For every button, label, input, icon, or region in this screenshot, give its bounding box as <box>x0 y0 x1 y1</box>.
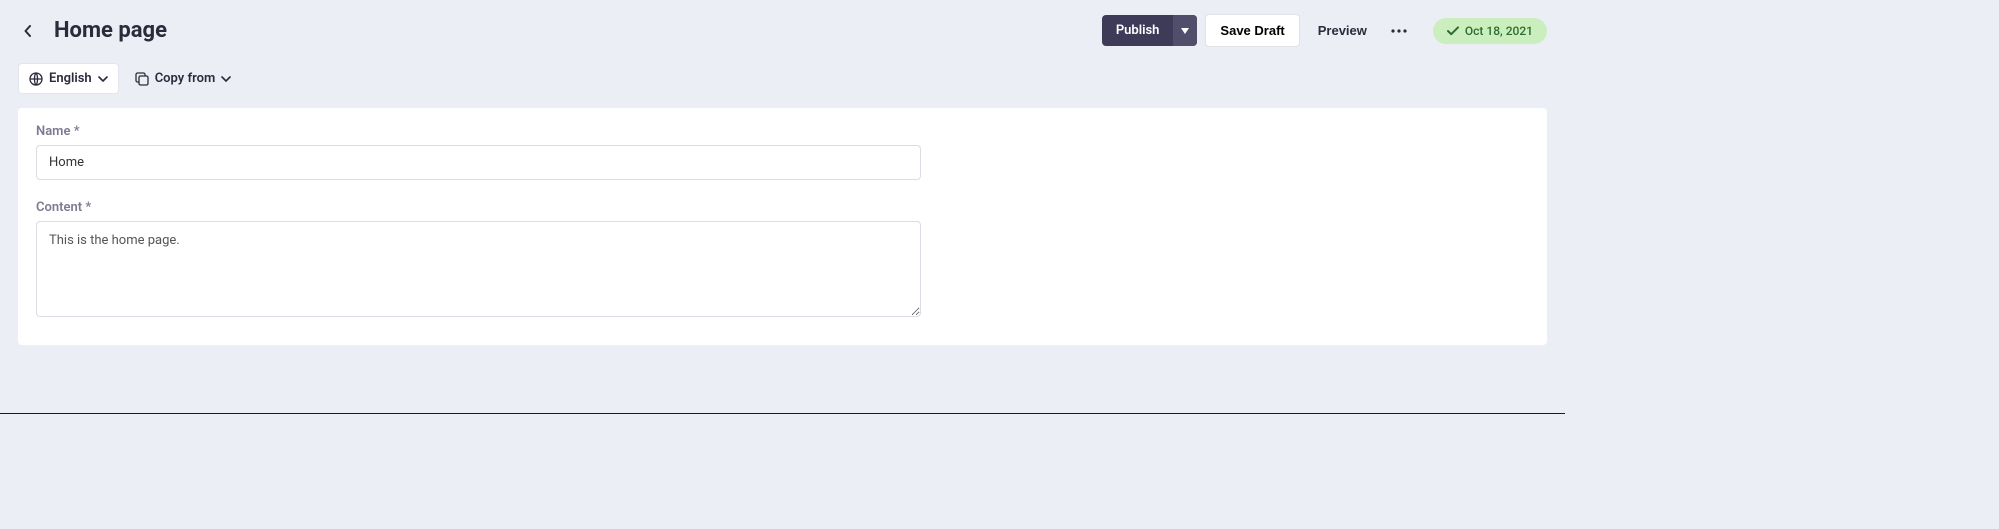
content-field[interactable] <box>36 221 921 317</box>
content-label: Content * <box>36 200 1529 215</box>
preview-button[interactable]: Preview <box>1308 15 1377 46</box>
publish-dropdown[interactable] <box>1173 15 1197 46</box>
save-draft-button[interactable]: Save Draft <box>1205 14 1299 47</box>
language-selector[interactable]: English <box>18 63 119 94</box>
chevron-down-icon <box>98 76 108 82</box>
language-label: English <box>49 71 92 86</box>
caret-down-icon <box>1181 28 1189 34</box>
check-icon <box>1447 26 1459 36</box>
more-horizontal-icon <box>1391 29 1407 33</box>
publish-label: Publish <box>1102 15 1174 46</box>
content-card: Name * Content * <box>18 108 1547 345</box>
page-title: Home page <box>54 18 167 43</box>
more-actions-button[interactable] <box>1385 21 1413 41</box>
name-label: Name * <box>36 124 1529 139</box>
status-date: Oct 18, 2021 <box>1465 24 1533 38</box>
chevron-left-icon <box>24 25 32 37</box>
copy-from-button[interactable]: Copy from <box>127 64 240 93</box>
back-button[interactable] <box>18 21 38 41</box>
name-field[interactable] <box>36 145 921 180</box>
publish-button[interactable]: Publish <box>1102 15 1198 46</box>
copy-from-label: Copy from <box>155 71 216 86</box>
copy-icon <box>135 72 149 86</box>
globe-icon <box>29 72 43 86</box>
chevron-down-icon <box>221 76 231 82</box>
status-badge: Oct 18, 2021 <box>1433 18 1547 44</box>
